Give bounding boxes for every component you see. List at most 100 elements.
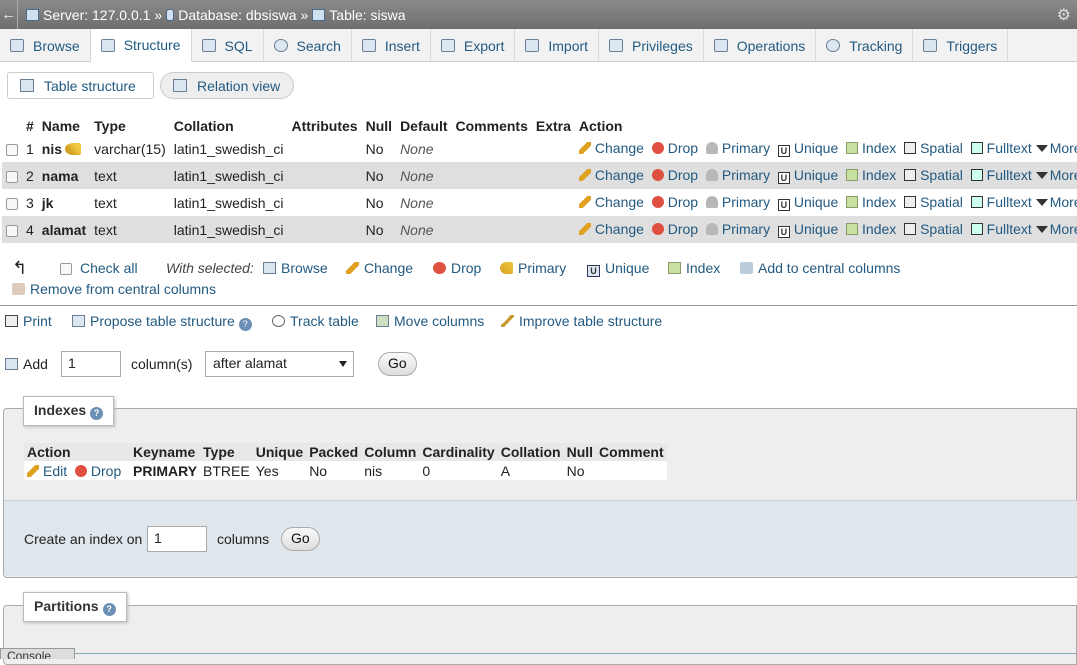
unique-link[interactable]: U Unique bbox=[777, 140, 838, 157]
tab-import[interactable]: Import bbox=[515, 29, 600, 62]
drop-link[interactable]: Drop bbox=[651, 140, 698, 156]
track-table-link[interactable]: Track table bbox=[272, 313, 359, 329]
spatial-link[interactable]: Spatial bbox=[904, 221, 963, 237]
tab-browse[interactable]: Browse bbox=[0, 29, 91, 62]
tab-insert[interactable]: Insert bbox=[352, 29, 431, 62]
fulltext-link[interactable]: Fulltext bbox=[970, 221, 1032, 237]
create-index-go-button[interactable]: Go bbox=[281, 527, 320, 551]
primary-link[interactable]: Primary bbox=[705, 167, 770, 183]
spatial-icon bbox=[904, 142, 917, 154]
row-checkbox[interactable] bbox=[6, 197, 18, 210]
tab-operations[interactable]: Operations bbox=[704, 29, 817, 62]
change-link[interactable]: Change bbox=[578, 221, 644, 237]
more-dropdown[interactable]: More bbox=[1035, 140, 1077, 156]
improve-structure-link[interactable]: Improve table structure bbox=[501, 313, 662, 329]
idx-header-unique: Unique bbox=[252, 443, 307, 462]
col-header-collation: Collation bbox=[173, 118, 234, 134]
fulltext-link[interactable]: Fulltext bbox=[970, 194, 1032, 210]
breadcrumb-server[interactable]: Server: 127.0.0.1 bbox=[26, 7, 150, 23]
drop-link[interactable]: Drop bbox=[651, 167, 698, 183]
unique-link[interactable]: U Unique bbox=[777, 167, 838, 184]
index-null: No bbox=[563, 461, 597, 480]
add-columns-count-input[interactable]: 1 bbox=[61, 351, 121, 377]
index-drop-link[interactable]: Drop bbox=[74, 463, 121, 479]
drop-icon bbox=[651, 223, 664, 235]
fulltext-link[interactable]: Fulltext bbox=[970, 167, 1032, 183]
collapse-arrow-icon[interactable]: ← bbox=[0, 0, 18, 29]
columns-suffix-label: column(s) bbox=[131, 356, 193, 372]
row-actions: Change Drop Primary U Unique Index Spatia… bbox=[574, 216, 1077, 243]
gear-icon[interactable]: ⚙ bbox=[1057, 5, 1071, 25]
bulk-browse-button[interactable]: Browse bbox=[263, 260, 328, 276]
propose-structure-link[interactable]: Propose table structure? bbox=[72, 313, 252, 331]
help-icon[interactable]: ? bbox=[238, 318, 252, 331]
caret-down-icon bbox=[1035, 199, 1048, 206]
remove-central-columns-button[interactable]: Remove from central columns bbox=[12, 281, 216, 297]
tab-privileges[interactable]: Privileges bbox=[599, 29, 704, 62]
breadcrumb-database[interactable]: Database: dbsiswa bbox=[166, 7, 297, 23]
create-index-count-input[interactable]: 1 bbox=[147, 526, 207, 552]
bulk-unique-button[interactable]: U Unique bbox=[587, 260, 649, 277]
unique-icon: U bbox=[777, 145, 790, 157]
index-link[interactable]: Index bbox=[846, 140, 896, 156]
spatial-link[interactable]: Spatial bbox=[904, 140, 963, 156]
fulltext-link[interactable]: Fulltext bbox=[970, 140, 1032, 156]
column-null: No bbox=[361, 216, 397, 243]
bulk-primary-button[interactable]: Primary bbox=[500, 260, 566, 276]
row-checkbox[interactable] bbox=[6, 224, 18, 237]
table-icon bbox=[312, 8, 326, 21]
add-central-columns-button[interactable]: Add to central columns bbox=[740, 260, 900, 276]
column-position-select[interactable]: after alamat bbox=[205, 351, 354, 377]
index-link[interactable]: Index bbox=[846, 221, 896, 237]
drop-link[interactable]: Drop bbox=[651, 194, 698, 210]
print-link[interactable]: Print bbox=[5, 313, 52, 329]
primary-link[interactable]: Primary bbox=[705, 194, 770, 210]
breadcrumb-table[interactable]: Table: siswa bbox=[312, 7, 406, 23]
bulk-change-button[interactable]: Change bbox=[346, 260, 413, 276]
drop-icon bbox=[74, 464, 87, 477]
change-link[interactable]: Change bbox=[578, 194, 644, 210]
unique-link[interactable]: U Unique bbox=[777, 221, 838, 238]
more-dropdown[interactable]: More bbox=[1035, 167, 1077, 183]
table-header-row: # Name Type Collation Attributes Null De… bbox=[2, 117, 1077, 135]
tab-sql[interactable]: SQL bbox=[192, 29, 264, 62]
tab-tracking[interactable]: Tracking bbox=[816, 29, 914, 62]
help-icon[interactable]: ? bbox=[102, 603, 116, 616]
tab-export[interactable]: Export bbox=[431, 29, 516, 62]
column-name: alamat bbox=[41, 221, 87, 238]
tab-search[interactable]: Search bbox=[264, 29, 352, 62]
bulk-index-button[interactable]: Index bbox=[668, 260, 720, 276]
check-all-checkbox[interactable] bbox=[60, 263, 72, 276]
spatial-link[interactable]: Spatial bbox=[904, 167, 963, 183]
change-link[interactable]: Change bbox=[578, 140, 644, 156]
change-link[interactable]: Change bbox=[578, 167, 644, 183]
move-columns-link[interactable]: Move columns bbox=[376, 313, 484, 329]
console-tab[interactable]: Console bbox=[0, 648, 75, 659]
more-dropdown[interactable]: More bbox=[1035, 221, 1077, 237]
bulk-drop-button[interactable]: Drop bbox=[433, 260, 481, 276]
primary-link[interactable]: Primary bbox=[705, 140, 770, 156]
row-checkbox[interactable] bbox=[6, 170, 18, 183]
subtab-relation-view[interactable]: Relation view bbox=[160, 72, 294, 99]
check-all[interactable]: Check all bbox=[60, 260, 138, 276]
index-link[interactable]: Index bbox=[846, 194, 896, 210]
subtab-table-structure[interactable]: Table structure bbox=[7, 72, 154, 99]
spatial-link[interactable]: Spatial bbox=[904, 194, 963, 210]
index-link[interactable]: Index bbox=[846, 167, 896, 183]
drop-link[interactable]: Drop bbox=[651, 221, 698, 237]
row-number: 1 bbox=[22, 135, 38, 162]
column-name-cell: nama bbox=[37, 162, 91, 189]
add-columns-go-button[interactable]: Go bbox=[378, 352, 417, 376]
tab-structure[interactable]: Structure bbox=[90, 29, 192, 62]
index-edit-link[interactable]: Edit bbox=[27, 463, 67, 479]
unique-link[interactable]: U Unique bbox=[777, 194, 838, 211]
row-checkbox[interactable] bbox=[6, 143, 18, 156]
more-dropdown[interactable]: More bbox=[1035, 194, 1077, 210]
primary-link[interactable]: Primary bbox=[705, 221, 770, 237]
search-icon bbox=[273, 39, 288, 52]
tab-triggers[interactable]: Triggers bbox=[913, 29, 1009, 62]
dropdown-arrow-icon bbox=[339, 361, 347, 367]
help-icon[interactable]: ? bbox=[90, 407, 104, 420]
insert-icon bbox=[361, 39, 376, 52]
server-icon bbox=[26, 8, 39, 21]
